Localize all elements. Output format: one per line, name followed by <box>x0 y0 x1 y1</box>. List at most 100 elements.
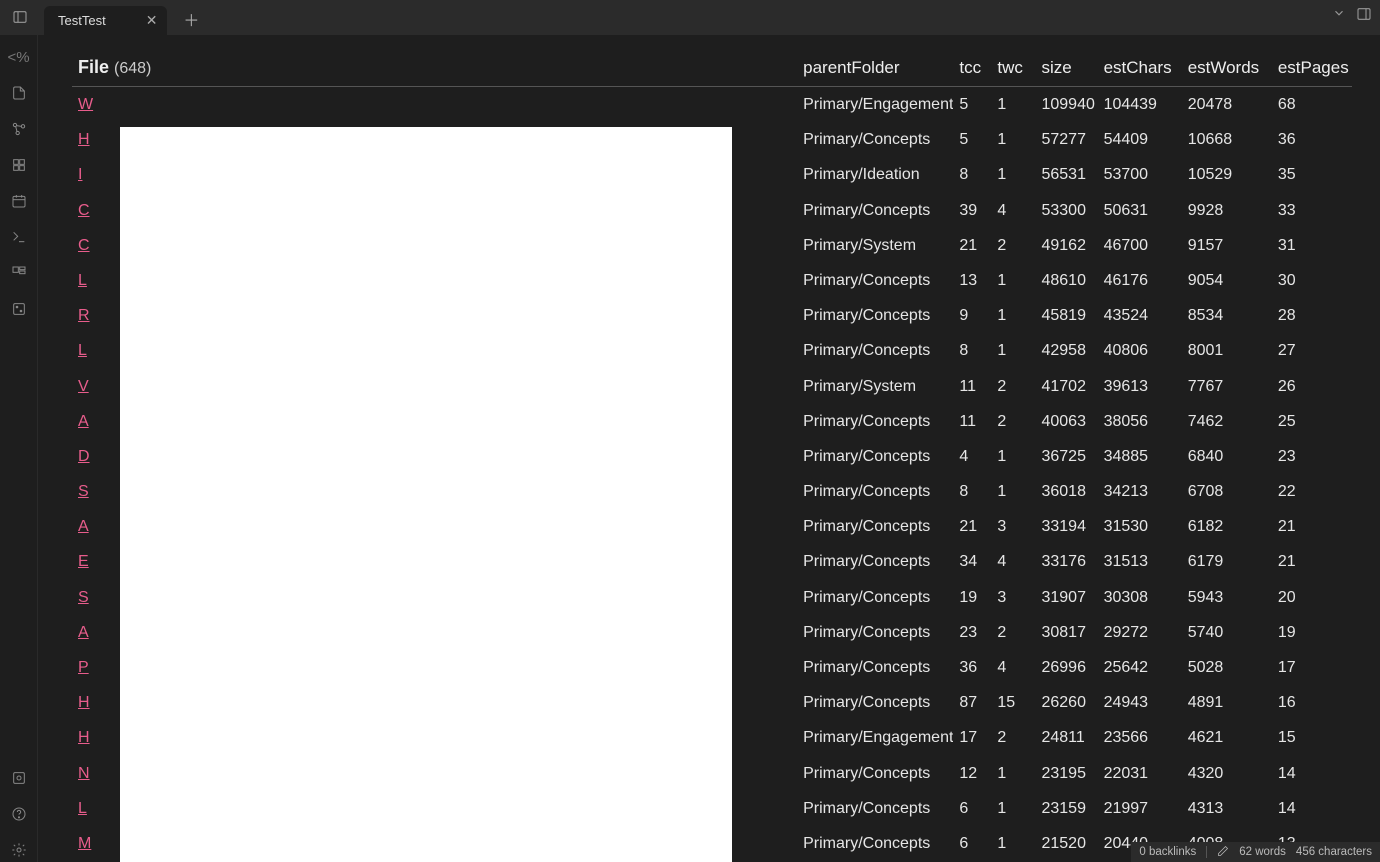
graph-icon[interactable] <box>7 117 31 141</box>
cell-folder: Primary/Concepts <box>797 404 953 439</box>
cell-folder: Primary/Concepts <box>797 544 953 579</box>
cell-tcc: 4 <box>953 439 991 474</box>
calendar-icon[interactable] <box>7 189 31 213</box>
cell-size: 26996 <box>1035 650 1097 685</box>
cell-folder: Primary/Concepts <box>797 333 953 368</box>
col-tcc[interactable]: tcc <box>953 53 991 86</box>
cell-twc: 2 <box>991 404 1035 439</box>
cell-estwords: 5740 <box>1182 615 1272 650</box>
cell-estpages: 33 <box>1272 193 1352 228</box>
chevron-down-icon[interactable] <box>1332 6 1346 26</box>
cell-estchars: 29272 <box>1098 615 1182 650</box>
backlinks-count[interactable]: 0 backlinks <box>1139 846 1196 858</box>
cell-tcc: 39 <box>953 193 991 228</box>
panel-right-icon[interactable] <box>1356 6 1372 26</box>
table-row[interactable]: WPrimary/Engagements51109940104439204786… <box>72 87 1352 123</box>
cell-tcc: 8 <box>953 474 991 509</box>
cell-tcc: 21 <box>953 228 991 263</box>
cell-size: 56531 <box>1035 157 1097 192</box>
sidebar-toggle-icon[interactable] <box>6 3 34 31</box>
cell-estwords: 7462 <box>1182 404 1272 439</box>
workspace-icon[interactable] <box>7 261 31 285</box>
cell-tcc: 23 <box>953 615 991 650</box>
cell-tcc: 36 <box>953 650 991 685</box>
cell-estchars: 24943 <box>1098 685 1182 720</box>
cell-size: 31907 <box>1035 580 1097 615</box>
document-icon[interactable] <box>7 81 31 105</box>
dice-icon[interactable] <box>7 297 31 321</box>
cell-size: 42958 <box>1035 333 1097 368</box>
new-tab-button[interactable]: ＋ <box>177 5 205 33</box>
cell-estchars: 38056 <box>1098 404 1182 439</box>
cell-estchars: 46700 <box>1098 228 1182 263</box>
cell-twc: 3 <box>991 509 1035 544</box>
cell-size: 53300 <box>1035 193 1097 228</box>
cell-tcc: 17 <box>953 720 991 755</box>
cell-size: 109940 <box>1035 87 1097 123</box>
cell-size: 23159 <box>1035 791 1097 826</box>
col-size[interactable]: size <box>1035 53 1097 86</box>
cell-estwords: 5943 <box>1182 580 1272 615</box>
cell-estchars: 34213 <box>1098 474 1182 509</box>
vault-icon[interactable] <box>7 766 31 790</box>
grid-icon[interactable] <box>7 153 31 177</box>
cell-estwords: 9928 <box>1182 193 1272 228</box>
status-bar: 0 backlinks 62 words 456 characters <box>1131 842 1380 862</box>
edit-icon[interactable] <box>1217 845 1229 860</box>
file-link-cell[interactable]: W <box>72 87 797 123</box>
cell-estpages: 21 <box>1272 509 1352 544</box>
cell-folder: Primary/Concepts <box>797 439 953 474</box>
cell-folder: Primary/System <box>797 228 953 263</box>
col-estwords[interactable]: estWords <box>1182 53 1272 86</box>
cell-estpages: 68 <box>1272 87 1352 123</box>
cell-folder: Primary/Concepts <box>797 509 953 544</box>
cell-twc: 1 <box>991 826 1035 861</box>
tab-active[interactable]: TestTest ✕ <box>44 6 167 35</box>
cell-estchars: 104439 <box>1098 87 1182 123</box>
cell-twc: 1 <box>991 263 1035 298</box>
cell-tcc: 8 <box>953 157 991 192</box>
cell-folder: Primary/Concepts <box>797 263 953 298</box>
col-file[interactable]: File (648) <box>72 53 797 86</box>
titlebar: TestTest ✕ ＋ <box>0 0 1380 35</box>
cell-twc: 1 <box>991 298 1035 333</box>
command-icon[interactable] <box>7 225 31 249</box>
col-estchars[interactable]: estChars <box>1098 53 1182 86</box>
tab-title: TestTest <box>58 13 106 28</box>
cell-size: 33194 <box>1035 509 1097 544</box>
cell-estwords: 4891 <box>1182 685 1272 720</box>
col-estpages[interactable]: estPages <box>1272 53 1352 86</box>
main-content: File (648) parentFolder tcc twc size est… <box>38 35 1380 862</box>
template-icon[interactable]: <% <box>7 45 31 69</box>
cell-estwords: 6182 <box>1182 509 1272 544</box>
char-count[interactable]: 456 characters <box>1296 846 1372 858</box>
cell-estwords: 6840 <box>1182 439 1272 474</box>
cell-estpages: 20 <box>1272 580 1352 615</box>
cell-folder: Primary/Engagements <box>797 720 953 755</box>
cell-tcc: 87 <box>953 685 991 720</box>
cell-tcc: 5 <box>953 87 991 123</box>
cell-estchars: 34885 <box>1098 439 1182 474</box>
cell-estpages: 22 <box>1272 474 1352 509</box>
cell-folder: Primary/Concepts <box>797 685 953 720</box>
cell-estchars: 40806 <box>1098 333 1182 368</box>
cell-tcc: 5 <box>953 122 991 157</box>
cell-twc: 2 <box>991 720 1035 755</box>
word-count[interactable]: 62 words <box>1239 846 1286 858</box>
cell-size: 36725 <box>1035 439 1097 474</box>
help-icon[interactable] <box>7 802 31 826</box>
left-rail: <% <box>0 35 38 862</box>
col-parentfolder[interactable]: parentFolder <box>797 53 953 86</box>
cell-size: 33176 <box>1035 544 1097 579</box>
cell-twc: 1 <box>991 439 1035 474</box>
gear-icon[interactable] <box>7 838 31 862</box>
cell-estpages: 21 <box>1272 544 1352 579</box>
col-twc[interactable]: twc <box>991 53 1035 86</box>
close-icon[interactable]: ✕ <box>146 12 158 29</box>
cell-size: 49162 <box>1035 228 1097 263</box>
cell-estwords: 5028 <box>1182 650 1272 685</box>
cell-size: 23195 <box>1035 756 1097 791</box>
cell-estwords: 7767 <box>1182 369 1272 404</box>
cell-twc: 2 <box>991 615 1035 650</box>
cell-size: 41702 <box>1035 369 1097 404</box>
